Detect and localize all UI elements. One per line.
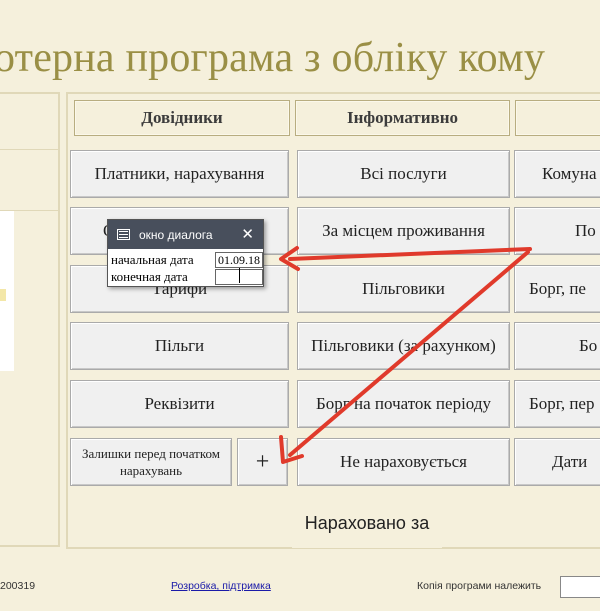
support-link[interactable]: Розробка, підтримка (171, 580, 271, 592)
beneficiaries-by-account-button[interactable]: Пільговики (за рахунком) (297, 322, 510, 370)
dialog-window-icon (117, 229, 130, 240)
end-date-label: конечная дата (111, 269, 188, 284)
left-panel (0, 92, 60, 547)
dialog-titlebar: окно диалога ✕ (108, 220, 263, 249)
version-label: 200319 (0, 580, 36, 592)
footer: 200319 Розробка, підтримка Копія програм… (0, 570, 600, 606)
start-date-input[interactable]: 01.09.18 (215, 252, 263, 268)
not-charged-button[interactable]: Не нараховується (297, 438, 510, 486)
close-icon[interactable]: ✕ (241, 225, 254, 243)
page-title: отерна програма з обліку кому (0, 35, 546, 81)
owner-label: Копія програми належить (417, 580, 542, 592)
requisites-button[interactable]: Реквізити (70, 380, 289, 428)
col3-button-1[interactable]: Комуна (514, 150, 600, 198)
initial-balances-button[interactable]: Залишки перед початком нарахувань (70, 438, 232, 486)
dates-button[interactable]: Дати (514, 438, 600, 486)
header-third (515, 100, 600, 136)
payers-button[interactable]: Платники, нарахування (70, 150, 289, 198)
owner-field[interactable] (560, 576, 600, 598)
by-residence-button[interactable]: За місцем проживання (297, 207, 510, 255)
divider (0, 149, 58, 150)
beneficiaries-button[interactable]: Пільговики (297, 265, 510, 313)
col3-button-4[interactable]: Бо (514, 322, 600, 370)
date-dialog: окно диалога ✕ начальная дата 01.09.18 к… (107, 219, 264, 287)
debt-start-button[interactable]: Борг на початок періоду (297, 380, 510, 428)
all-services-button[interactable]: Всі послуги (297, 150, 510, 198)
col3-button-2[interactable]: По (514, 207, 600, 255)
app-title-bar: отерна програма з обліку кому (0, 30, 600, 86)
dialog-title: окно диалога (139, 228, 213, 242)
benefits-button[interactable]: Пільги (70, 322, 289, 370)
start-date-label: начальная дата (111, 252, 194, 267)
charged-for-label: Нараховано за (292, 498, 442, 548)
text-cursor (239, 268, 240, 283)
add-button[interactable]: + (237, 438, 288, 486)
header-directories: Довідники (74, 100, 290, 136)
side-image-accent (0, 289, 6, 301)
col3-button-5[interactable]: Борг, пер (514, 380, 600, 428)
header-informative: Інформативно (295, 100, 510, 136)
col3-button-3[interactable]: Борг, пе (514, 265, 600, 313)
